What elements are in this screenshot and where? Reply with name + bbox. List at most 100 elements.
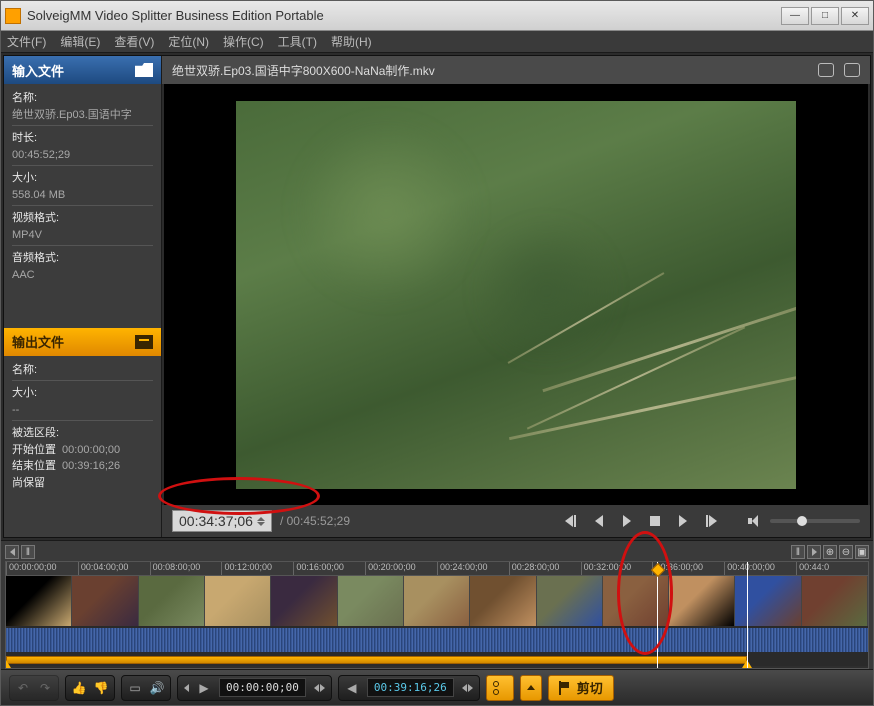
timeline-tick: 00:16:00;00 bbox=[293, 562, 365, 575]
step-forward-button[interactable] bbox=[674, 513, 692, 529]
flag-icon bbox=[559, 681, 571, 695]
mark-out-time[interactable]: 00:39:16;26 bbox=[367, 678, 454, 697]
volume-icon[interactable] bbox=[748, 515, 762, 527]
bottom-toolbar: ↶ ↷ 👍 👎 ▭ 🔊 ▶ 00:00:00;00 ◀ 00:39:16;26 … bbox=[1, 669, 873, 705]
aformat-value: AAC bbox=[12, 267, 153, 284]
av-toggle-group: ▭ 🔊 bbox=[121, 675, 171, 701]
rating-group: 👍 👎 bbox=[65, 675, 115, 701]
menu-help[interactable]: 帮助(H) bbox=[331, 33, 372, 50]
timeline[interactable]: 00:00:00;0000:04:00;0000:08:00;0000:12:0… bbox=[5, 561, 869, 669]
step-back-button[interactable] bbox=[590, 513, 608, 529]
nudge-in-left[interactable] bbox=[184, 684, 189, 692]
window-title: SolveigMM Video Splitter Business Editio… bbox=[27, 8, 781, 23]
selected-range[interactable] bbox=[6, 656, 747, 664]
save-icon[interactable] bbox=[135, 335, 153, 349]
prev-keyframe-button[interactable] bbox=[562, 513, 580, 529]
snapshot-icon[interactable] bbox=[818, 63, 834, 77]
menu-file[interactable]: 文件(F) bbox=[7, 33, 46, 50]
keep-label: 尚保留 bbox=[12, 475, 153, 492]
timeline-ruler: 00:00:00;0000:04:00;0000:08:00;0000:12:0… bbox=[6, 562, 868, 576]
timeline-thumb bbox=[669, 576, 735, 626]
duration-label: 时长: bbox=[12, 130, 153, 147]
stop-button[interactable] bbox=[646, 513, 664, 529]
mark-out-icon[interactable]: ◀ bbox=[345, 681, 359, 695]
maximize-button[interactable]: □ bbox=[811, 7, 839, 25]
video-title-bar: 绝世双骄.Ep03.国语中字800X600-NaNa制作.mkv bbox=[162, 56, 870, 84]
end-label: 结束位置 bbox=[12, 458, 56, 475]
timeline-thumb bbox=[205, 576, 271, 626]
zoom-in-icon[interactable]: ⊕ bbox=[823, 545, 837, 559]
mark-in-time[interactable]: 00:00:00;00 bbox=[219, 678, 306, 697]
nudge-in-right[interactable] bbox=[314, 684, 325, 692]
output-file-header[interactable]: 输出文件 bbox=[4, 328, 161, 356]
tl-prev-button[interactable] bbox=[5, 545, 19, 559]
time-spinner[interactable] bbox=[257, 517, 265, 526]
timeline-tick: 00:20:00;00 bbox=[365, 562, 437, 575]
timeline-tick: 00:28:00;00 bbox=[509, 562, 581, 575]
timeline-thumb bbox=[735, 576, 801, 626]
menu-tools[interactable]: 工具(T) bbox=[278, 33, 317, 50]
play-button[interactable] bbox=[618, 513, 636, 529]
thumbs-down-icon[interactable]: 👎 bbox=[94, 681, 108, 695]
next-keyframe-button[interactable] bbox=[702, 513, 720, 529]
open-folder-icon[interactable] bbox=[135, 63, 153, 77]
timeline-thumb bbox=[537, 576, 603, 626]
add-marker-button[interactable] bbox=[486, 675, 514, 701]
timeline-thumb bbox=[338, 576, 404, 626]
menu-control[interactable]: 操作(C) bbox=[223, 33, 264, 50]
fullscreen-icon[interactable] bbox=[844, 63, 860, 77]
duration-value: 00:45:52;29 bbox=[12, 147, 153, 164]
zoom-fit-icon[interactable]: ▣ bbox=[855, 545, 869, 559]
input-file-info: 名称: 绝世双骄.Ep03.国语中字 时长: 00:45:52;29 大小: 5… bbox=[4, 84, 161, 289]
undo-redo-group: ↶ ↷ bbox=[9, 675, 59, 701]
tl-scroll-right[interactable]: ‖ bbox=[791, 545, 805, 559]
undo-icon[interactable]: ↶ bbox=[16, 681, 30, 695]
input-file-header[interactable]: 输入文件 bbox=[4, 56, 161, 84]
mark-in-group: ▶ 00:00:00;00 bbox=[177, 675, 332, 701]
total-time: / 00:45:52;29 bbox=[280, 514, 350, 528]
thumbs-up-icon[interactable]: 👍 bbox=[72, 681, 86, 695]
menu-edit[interactable]: 编辑(E) bbox=[60, 33, 100, 50]
app-icon bbox=[5, 8, 21, 24]
timeline-tick: 00:32:00;00 bbox=[581, 562, 653, 575]
timeline-thumb bbox=[72, 576, 138, 626]
range-start-handle[interactable] bbox=[5, 660, 11, 668]
mark-in-icon[interactable]: ▶ bbox=[197, 681, 211, 695]
menu-view[interactable]: 查看(V) bbox=[114, 33, 154, 50]
menu-locate[interactable]: 定位(N) bbox=[168, 33, 209, 50]
titlebar: SolveigMM Video Splitter Business Editio… bbox=[1, 1, 873, 31]
tl-scroll-left[interactable]: ‖ bbox=[21, 545, 35, 559]
video-preview[interactable] bbox=[164, 84, 868, 505]
volume-slider[interactable] bbox=[770, 519, 860, 523]
out-size-value: -- bbox=[12, 402, 153, 419]
timeline-range-track[interactable] bbox=[6, 654, 868, 666]
aformat-label: 音频格式: bbox=[12, 250, 153, 267]
timeline-thumb bbox=[139, 576, 205, 626]
current-time-input[interactable]: 00:34:37;06 bbox=[172, 510, 272, 532]
timeline-tick: 00:44:0 bbox=[796, 562, 868, 575]
redo-icon[interactable]: ↷ bbox=[38, 681, 52, 695]
input-file-label: 输入文件 bbox=[12, 61, 64, 80]
timeline-tick: 00:08:00;00 bbox=[150, 562, 222, 575]
add-marker-dropdown[interactable] bbox=[520, 675, 542, 701]
range-end-line[interactable] bbox=[747, 562, 748, 668]
cut-label: 剪切 bbox=[577, 678, 603, 697]
start-label: 开始位置 bbox=[12, 442, 56, 459]
close-button[interactable]: ✕ bbox=[841, 7, 869, 25]
video-track-icon[interactable]: ▭ bbox=[128, 681, 142, 695]
size-label: 大小: bbox=[12, 170, 153, 187]
name-label: 名称: bbox=[12, 90, 153, 107]
playhead-icon[interactable] bbox=[650, 562, 664, 576]
cut-button[interactable]: 剪切 bbox=[548, 675, 614, 701]
nudge-out[interactable] bbox=[462, 684, 473, 692]
start-value: 00:00:00;00 bbox=[62, 442, 120, 459]
tl-next-button[interactable] bbox=[807, 545, 821, 559]
current-time-value: 00:34:37;06 bbox=[179, 513, 253, 529]
timeline-thumb bbox=[470, 576, 536, 626]
audio-track-icon[interactable]: 🔊 bbox=[150, 681, 164, 695]
timeline-section: ‖ ‖ ⊕ ⊖ ▣ 00:00:00;0000:04:00;0000:08:00… bbox=[1, 540, 873, 669]
playhead-line[interactable] bbox=[657, 562, 658, 668]
zoom-out-icon[interactable]: ⊖ bbox=[839, 545, 853, 559]
mark-out-group: ◀ 00:39:16;26 bbox=[338, 675, 480, 701]
minimize-button[interactable]: — bbox=[781, 7, 809, 25]
